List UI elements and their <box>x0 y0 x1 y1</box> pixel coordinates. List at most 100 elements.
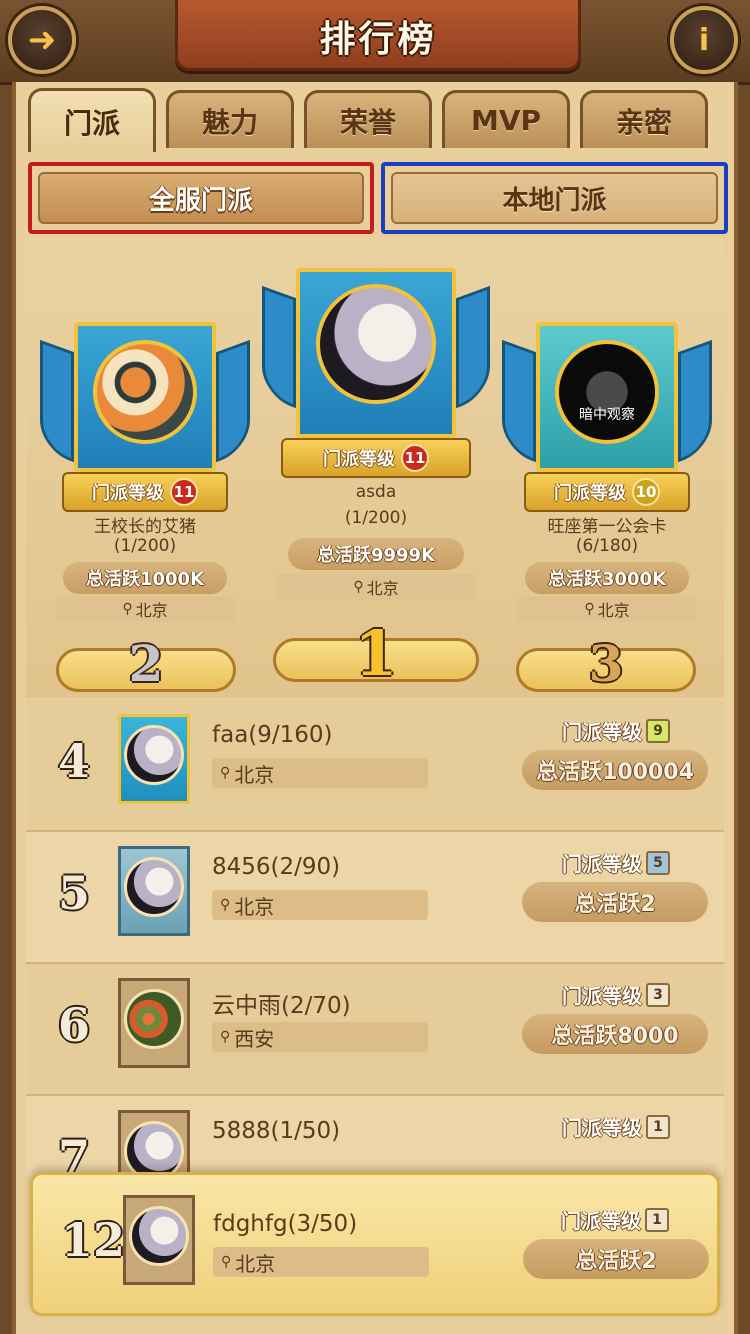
avatar <box>93 340 197 444</box>
level-label: 门派等级 <box>562 984 642 1008</box>
info-icon: i <box>698 22 710 58</box>
location-text: 西安 <box>234 1026 275 1051</box>
location-pin-icon: ⚲ <box>584 601 595 617</box>
podium-rank-1[interactable]: 门派等级 11 asda (1/200) 总活跃9999K ⚲ 北京 1 <box>262 262 490 702</box>
level-label: 门派等级 <box>554 483 626 504</box>
location-pill: ⚲ 北京 <box>213 1247 429 1277</box>
tab-mvp[interactable]: MVP <box>442 90 570 148</box>
sect-flag <box>118 846 190 936</box>
sect-flag <box>118 1110 190 1176</box>
list-row[interactable]: 5 8456(2/90) ⚲ 北京 门派等级 5 总活跃2 <box>26 832 724 964</box>
avatar <box>124 989 184 1049</box>
level-badge: 10 <box>632 478 660 506</box>
level-label: 门派等级 <box>561 1209 641 1233</box>
activity-total: 总活跃3000K <box>525 562 689 594</box>
sect-flag <box>123 1195 195 1285</box>
avatar <box>124 857 184 917</box>
level-label: 门派等级 <box>562 852 642 876</box>
avatar-caption: 暗中观察 <box>579 407 635 423</box>
sect-name: fdghfg(3/50) <box>213 1211 358 1237</box>
sect-flag <box>118 978 190 1068</box>
location-pin-icon: ⚲ <box>220 897 231 913</box>
tab-sect[interactable]: 门派 <box>28 88 156 152</box>
location-pill: ⚲ 北京 <box>276 574 476 600</box>
sect-level: 门派等级 1 <box>562 1112 670 1141</box>
location-text: 北京 <box>235 1251 276 1276</box>
avatar <box>124 725 184 785</box>
location-pin-icon: ⚲ <box>220 1029 231 1045</box>
subtab-local-label: 本地门派 <box>391 172 718 224</box>
rank-number: 6 <box>58 998 91 1052</box>
list-row[interactable]: 6 云中雨(2/70) ⚲ 西安 门派等级 3 总活跃8000 <box>26 964 724 1096</box>
location-text: 北京 <box>597 601 630 620</box>
rank-number: 1 <box>354 616 398 690</box>
rank-number: 7 <box>58 1130 91 1176</box>
subtab-local[interactable]: 本地门派 <box>381 162 728 234</box>
rank-number: 4 <box>58 734 91 788</box>
level-badge: 11 <box>170 478 198 506</box>
location-pin-icon: ⚲ <box>353 579 364 595</box>
sect-level: 门派等级 5 <box>562 848 670 877</box>
level-badge: 9 <box>646 718 670 743</box>
sect-name: asda <box>355 482 397 502</box>
level-ribbon: 门派等级 11 <box>281 438 471 478</box>
level-label: 门派等级 <box>92 483 164 504</box>
location-pin-icon: ⚲ <box>221 1254 232 1270</box>
level-badge: 1 <box>645 1207 669 1232</box>
info-button[interactable]: i <box>670 6 738 74</box>
location-pill: ⚲ 北京 <box>55 596 235 622</box>
tab-charm[interactable]: 魅力 <box>166 90 294 148</box>
sect-flag <box>118 714 190 804</box>
rank-plate: 2 <box>56 634 236 693</box>
location-pin-icon: ⚲ <box>220 765 231 781</box>
member-count: (1/200) <box>344 508 408 528</box>
sect-level: 门派等级 9 <box>562 716 670 745</box>
level-label: 门派等级 <box>562 720 642 744</box>
rank-plate: 1 <box>273 617 479 690</box>
tab-intimacy[interactable]: 亲密 <box>580 90 708 148</box>
member-count: (6/180) <box>575 536 639 556</box>
back-arrow-icon: ➜ <box>27 20 57 60</box>
location-text: 北京 <box>135 601 168 620</box>
tab-honor[interactable]: 荣誉 <box>304 90 432 148</box>
avatar <box>316 284 436 404</box>
category-tabs: 门派 魅力 荣誉 MVP 亲密 <box>22 88 728 152</box>
rank-number: 5 <box>58 866 91 920</box>
avatar: 暗中观察 <box>555 340 659 444</box>
podium-rank-2[interactable]: 门派等级 11 王校长的艾猪 (1/200) 总活跃1000K ⚲ 北京 2 <box>40 300 250 700</box>
level-badge: 3 <box>646 982 670 1007</box>
podium-rank-3[interactable]: 暗中观察 门派等级 10 旺座第一公会卡 (6/180) 总活跃3000K ⚲ … <box>502 300 712 700</box>
activity-total: 总活跃2 <box>523 1239 709 1279</box>
activity-total: 总活跃9999K <box>288 538 464 570</box>
sect-name: 8456(2/90) <box>212 854 341 880</box>
rank-number: 2 <box>128 633 164 693</box>
location-pill: ⚲ 西安 <box>212 1022 428 1052</box>
back-button[interactable]: ➜ <box>8 6 76 74</box>
rank-number: 12 <box>61 1213 126 1267</box>
location-pin-icon: ⚲ <box>122 601 133 617</box>
level-ribbon: 门派等级 11 <box>62 472 228 512</box>
activity-total: 总活跃1000K <box>63 562 227 594</box>
my-sect-row[interactable]: 12 fdghfg(3/50) ⚲ 北京 门派等级 1 总活跃2 <box>30 1172 720 1316</box>
sect-level: 门派等级 3 <box>562 980 670 1009</box>
level-badge: 5 <box>646 850 670 875</box>
location-pill: ⚲ 北京 <box>517 596 697 622</box>
subtab-all-server-label: 全服门派 <box>38 172 364 224</box>
location-text: 北京 <box>234 762 275 787</box>
level-ribbon: 门派等级 10 <box>524 472 690 512</box>
page-title: 排行榜 <box>319 19 437 60</box>
member-count: (1/200) <box>113 536 177 556</box>
activity-total: 总活跃2 <box>522 882 708 922</box>
location-pill: ⚲ 北京 <box>212 758 428 788</box>
sect-name: 云中雨(2/70) <box>212 993 351 1019</box>
list-row[interactable]: 4 faa(9/160) ⚲ 北京 门派等级 9 总活跃100004 <box>26 700 724 832</box>
rank-plate: 3 <box>516 634 696 693</box>
rank-number: 3 <box>588 633 624 693</box>
list-row[interactable]: 7 5888(1/50) 门派等级 1 <box>26 1096 724 1176</box>
level-label: 门派等级 <box>562 1116 642 1140</box>
level-label: 门派等级 <box>323 449 395 470</box>
subtab-all-server[interactable]: 全服门派 <box>28 162 374 234</box>
sect-name: 王校长的艾猪 <box>94 517 196 537</box>
avatar <box>129 1206 189 1266</box>
sect-name: 旺座第一公会卡 <box>547 517 667 537</box>
